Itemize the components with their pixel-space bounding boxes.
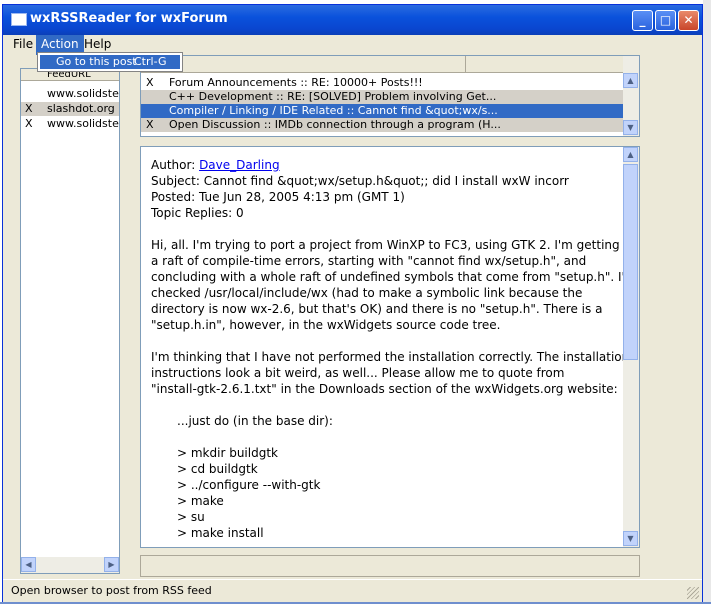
command-line: > cd buildgtk <box>177 462 258 476</box>
text-line: instructions look a bit weird, as well..… <box>151 366 565 380</box>
text-line: directory is now wx-2.6, but that's OK) … <box>151 302 603 316</box>
minimize-button[interactable]: _ <box>632 10 653 31</box>
menu-item-shortcut: Ctrl-G <box>134 55 167 68</box>
post-subject: Subject: Cannot find &quot;wx/setup.h&qu… <box>151 174 569 188</box>
command-line: > make install <box>177 526 264 540</box>
feed-read-mark: X <box>25 117 33 130</box>
bottom-pane <box>140 555 640 577</box>
status-bar: Open browser to post from RSS feed <box>3 579 702 602</box>
post-paragraph: I'm thinking that I have not performed t… <box>151 349 630 397</box>
scroll-right-button[interactable]: ▶ <box>104 557 119 572</box>
scroll-down-button[interactable]: ▼ <box>623 120 638 135</box>
feed-row[interactable]: X www.solidsteel.nl <box>21 117 119 131</box>
scroll-thumb[interactable] <box>623 164 638 360</box>
post-replies: Topic Replies: 0 <box>151 206 244 220</box>
text-line: I'm thinking that I have not performed t… <box>151 350 630 364</box>
command-line: > ../configure --with-gtk <box>177 478 321 492</box>
post-row[interactable]: C++ Development :: RE: [SOLVED] Problem … <box>141 90 626 104</box>
post-date: Posted: Tue Jun 28, 2005 4:13 pm (GMT 1) <box>151 190 405 204</box>
scroll-up-button[interactable]: ▲ <box>623 73 638 88</box>
post-read-mark: X <box>146 76 154 89</box>
scroll-up-button[interactable]: ▲ <box>623 147 638 162</box>
feed-list: FeedURL www.solidsteel.nl X slashdot.org… <box>20 68 120 574</box>
command-block: > mkdir buildgtk > cd buildgtk > ../conf… <box>151 445 616 541</box>
post-title: C++ Development :: RE: [SOLVED] Problem … <box>169 90 497 103</box>
post-content-vscrollbar[interactable]: ▲ ▼ <box>623 147 639 547</box>
post-row[interactable]: X Forum Announcements :: RE: 10000+ Post… <box>141 76 626 90</box>
text-line: "install-gtk-2.6.1.txt" in the Downloads… <box>151 382 618 396</box>
post-row-selected[interactable]: Compiler / Linking / IDE Related :: Cann… <box>141 104 626 118</box>
scroll-down-button[interactable]: ▼ <box>623 531 638 546</box>
feed-read-mark: X <box>25 102 33 115</box>
menu-file[interactable]: File <box>8 35 38 55</box>
menu-item-label: Go to this post <box>56 55 137 68</box>
author-link[interactable]: Dave_Darling <box>199 158 280 172</box>
post-row[interactable]: X Open Discussion :: IMDb connection thr… <box>141 118 626 132</box>
post-title: Forum Announcements :: RE: 10000+ Posts!… <box>169 76 423 89</box>
feed-name: slashdot.org <box>47 102 115 115</box>
status-text: Open browser to post from RSS feed <box>11 584 212 597</box>
close-button[interactable]: ✕ <box>678 10 699 31</box>
window-title: wxRSSReader for wxForum <box>30 11 228 26</box>
scroll-left-button[interactable]: ◀ <box>21 557 36 572</box>
feed-row[interactable]: X slashdot.org <box>21 102 119 116</box>
post-content: Author: Dave_Darling Subject: Cannot fin… <box>140 146 640 548</box>
post-list-header[interactable] <box>141 56 625 73</box>
feed-name: www.solidsteel.nl <box>47 87 119 100</box>
feed-row[interactable]: www.solidsteel.nl <box>21 87 119 101</box>
feed-list-hscrollbar[interactable]: ◀ ▶ <box>21 557 119 573</box>
main-window: wxRSSReader for wxForum _ □ ✕ File Actio… <box>2 4 703 602</box>
text-line: checked /usr/local/include/wx (had to ma… <box>151 286 583 300</box>
feed-name: www.solidsteel.nl <box>47 117 119 130</box>
maximize-button[interactable]: □ <box>655 10 676 31</box>
post-list-vscrollbar[interactable]: ▲ ▼ <box>623 56 639 136</box>
background-desktop <box>703 0 711 604</box>
post-read-mark: X <box>146 118 154 131</box>
command-line: > su <box>177 510 205 524</box>
app-icon <box>11 13 27 26</box>
action-menu-dropdown: Go to this post Ctrl-G <box>37 52 183 72</box>
quote-intro: ...just do (in the base dir): <box>177 414 333 428</box>
command-line: > make <box>177 494 224 508</box>
title-bar[interactable]: wxRSSReader for wxForum _ □ ✕ <box>3 5 702 35</box>
text-line: Hi, all. I'm trying to port a project fr… <box>151 238 620 252</box>
post-paragraph: Hi, all. I'm trying to port a project fr… <box>151 237 640 333</box>
post-title: Compiler / Linking / IDE Related :: Cann… <box>169 104 498 117</box>
text-line: a raft of compile-time errors, starting … <box>151 254 587 268</box>
text-line: concluding with a whole raft of undefine… <box>151 270 640 284</box>
resize-grip-icon[interactable] <box>687 587 699 599</box>
text-line: "setup.h.in", however, in the wxWidgets … <box>151 318 501 332</box>
post-list-col-title[interactable] <box>163 56 466 72</box>
post-author: Author: Dave_Darling <box>151 157 616 173</box>
post-list: X Forum Announcements :: RE: 10000+ Post… <box>140 55 640 137</box>
command-line: > mkdir buildgtk <box>177 446 278 460</box>
post-title: Open Discussion :: IMDb connection throu… <box>169 118 501 131</box>
author-label: Author: <box>151 158 196 172</box>
menu-item-go-to-post[interactable]: Go to this post Ctrl-G <box>40 55 180 69</box>
